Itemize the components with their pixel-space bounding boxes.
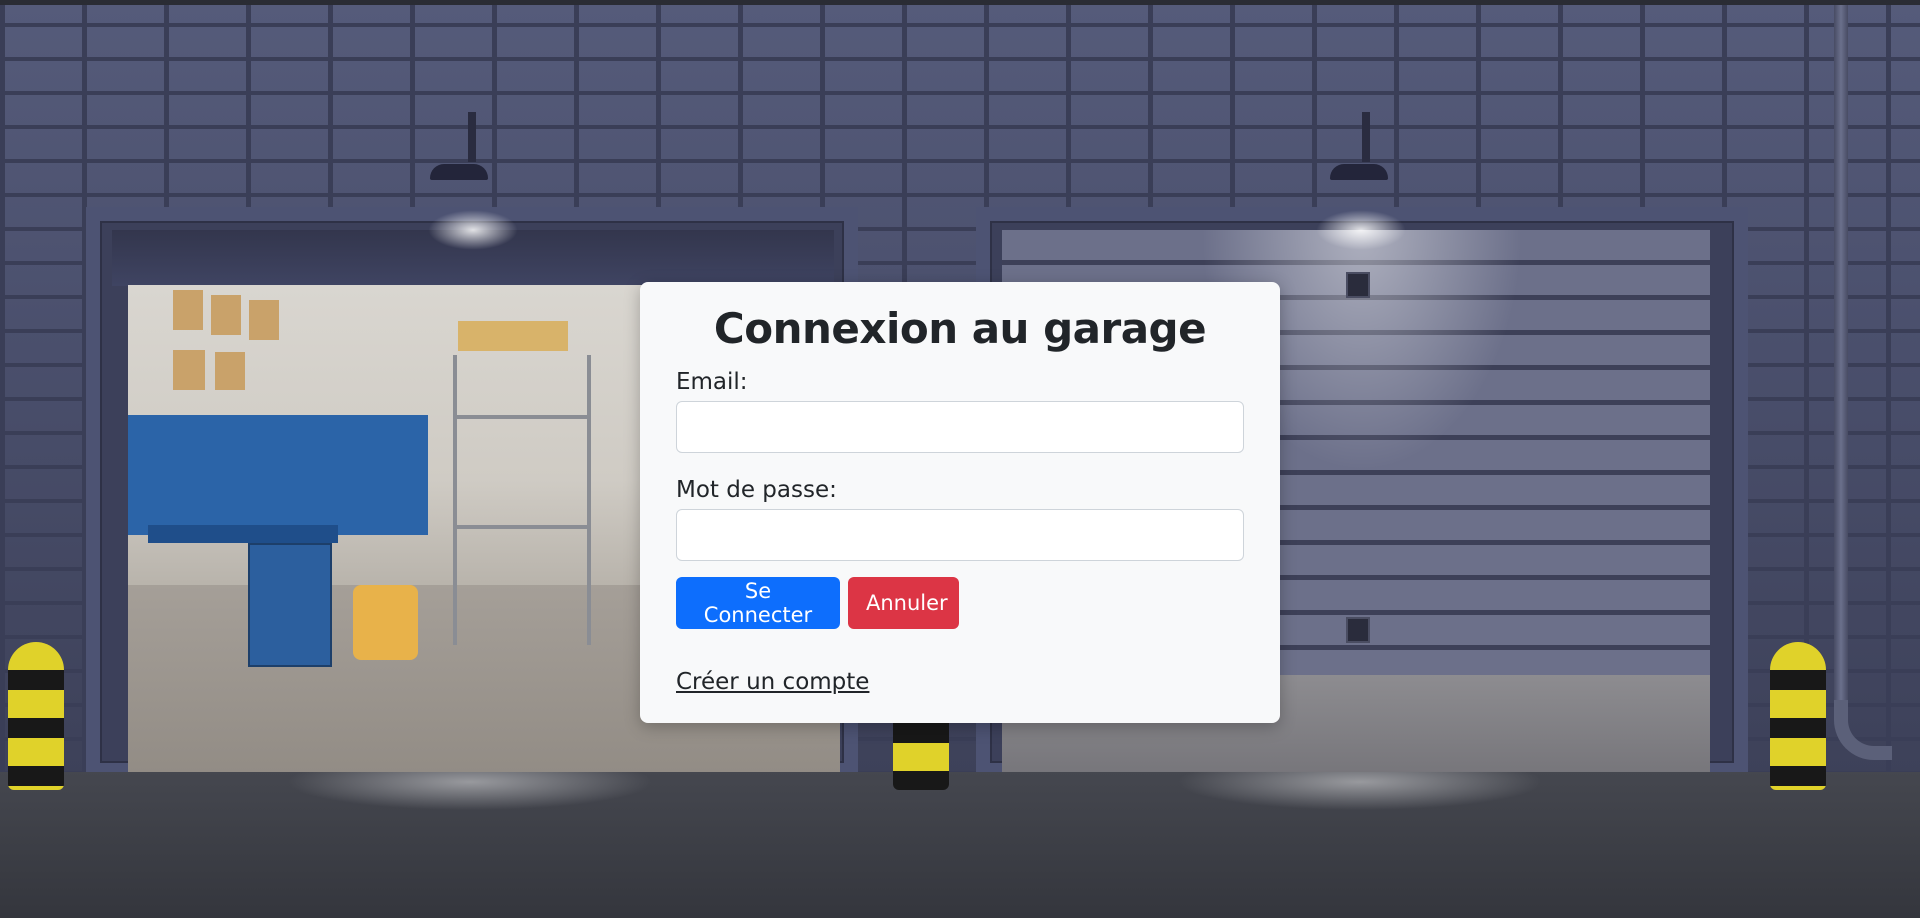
button-row: Se Connecter Annuler [676,577,1244,629]
email-label: Email: [676,369,748,395]
password-label: Mot de passe: [676,477,837,503]
right-lamp-icon [1330,164,1388,180]
bollard-left [8,642,64,790]
right-lamp-glow [1316,210,1406,250]
create-account-link[interactable]: Créer un compte [676,669,869,695]
door-lock-top [1346,272,1370,298]
metal-shelf [453,355,591,645]
tool-wall [128,415,428,535]
workbench [148,525,338,543]
wall-pictures [173,290,283,400]
jerrycan [353,585,418,660]
bollard-right [1770,642,1826,790]
right-lamp-arm [1362,112,1370,162]
password-field[interactable] [676,509,1244,561]
login-button[interactable]: Se Connecter [676,577,840,629]
asphalt-ground [0,772,1920,918]
drain-pipe [1834,5,1848,715]
door-lock-bottom [1346,617,1370,643]
left-lamp-icon [430,164,488,180]
left-lamp-arm [468,112,476,162]
left-lamp-glow [428,210,518,250]
login-card: Connexion au garage Email: Mot de passe:… [640,282,1280,723]
storage-boxes [458,321,568,351]
cancel-button[interactable]: Annuler [848,577,959,629]
page-title: Connexion au garage [713,304,1207,353]
email-field[interactable] [676,401,1244,453]
tool-cabinet [248,543,332,667]
